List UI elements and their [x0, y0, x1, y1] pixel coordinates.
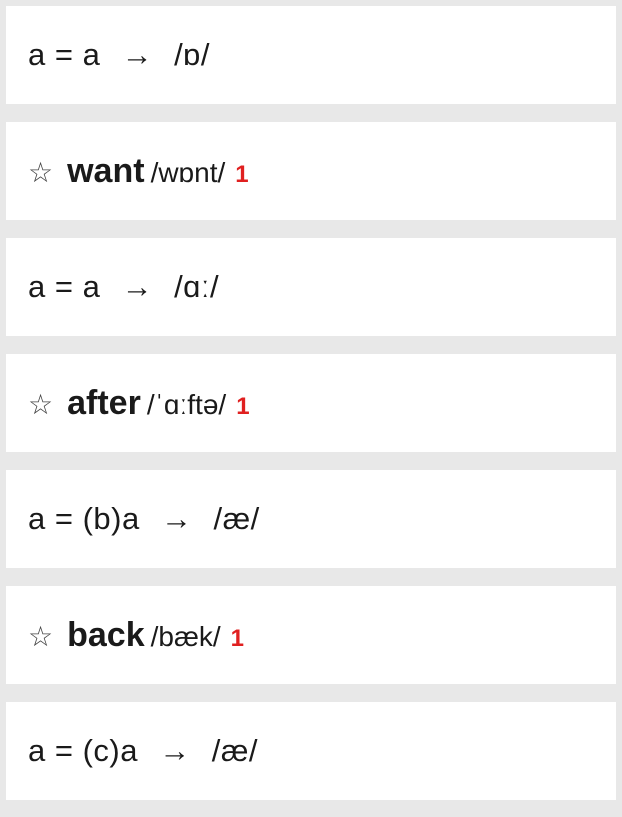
count-badge: 1 — [231, 625, 244, 653]
star-icon: ☆ — [28, 388, 53, 421]
word-card: ☆ after /ˈɑːftə/ 1 — [6, 354, 616, 452]
rule-card: a = a → /ɒ/ — [6, 6, 616, 104]
rule-lhs: a = (c)a — [28, 733, 138, 768]
rule-target: /ɑː/ — [174, 269, 219, 304]
word-ipa: /bæk/ — [151, 621, 221, 653]
rule-target: /ɒ/ — [174, 37, 210, 72]
rule-text: a = a → /ɒ/ — [28, 37, 210, 73]
word-card: ☆ want /wɒnt/ 1 — [6, 122, 616, 220]
arrow-icon: → — [161, 501, 193, 536]
word-row: ☆ back /bæk/ 1 — [28, 616, 244, 655]
word-text: back — [67, 616, 145, 655]
rule-target: /æ/ — [212, 733, 258, 768]
rule-text: a = (c)a → /æ/ — [28, 733, 258, 769]
star-icon: ☆ — [28, 620, 53, 653]
count-badge: 1 — [236, 393, 249, 421]
arrow-icon: → — [121, 37, 153, 72]
word-ipa: /ˈɑːftə/ — [147, 389, 226, 421]
star-icon: ☆ — [28, 156, 53, 189]
word-ipa: /wɒnt/ — [151, 157, 226, 189]
word-text: want — [67, 152, 144, 191]
rule-card: a = (c)a → /æ/ — [6, 702, 616, 800]
word-row: ☆ want /wɒnt/ 1 — [28, 152, 249, 191]
word-row: ☆ after /ˈɑːftə/ 1 — [28, 384, 250, 423]
word-text: after — [67, 384, 141, 423]
rule-lhs: a = a — [28, 269, 100, 304]
arrow-icon: → — [159, 733, 191, 768]
rule-target: /æ/ — [213, 501, 259, 536]
rule-card: a = a → /ɑː/ — [6, 238, 616, 336]
rule-card: a = (b)a → /æ/ — [6, 470, 616, 568]
word-card: ☆ back /bæk/ 1 — [6, 586, 616, 684]
count-badge: 1 — [235, 161, 248, 189]
arrow-icon: → — [121, 269, 153, 304]
rule-lhs: a = (b)a — [28, 501, 140, 536]
rule-text: a = a → /ɑː/ — [28, 269, 219, 305]
rule-text: a = (b)a → /æ/ — [28, 501, 260, 537]
rule-lhs: a = a — [28, 37, 100, 72]
